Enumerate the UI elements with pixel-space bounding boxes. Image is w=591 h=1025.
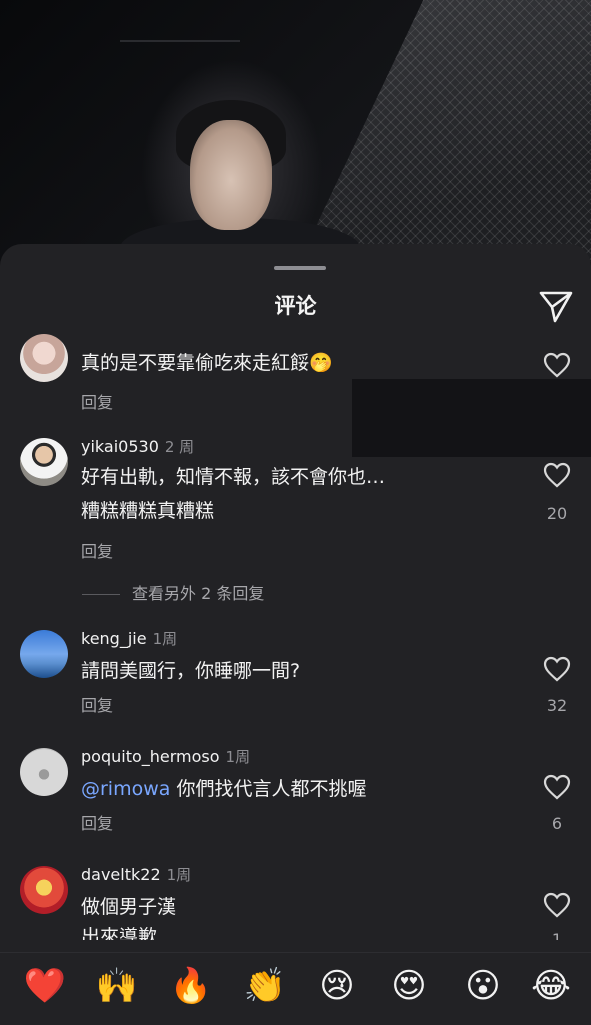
emoji-fire[interactable]: 🔥 [168, 963, 214, 1009]
like-count: 1 [551, 930, 563, 940]
like-count: 6 [551, 814, 563, 833]
emoji-reaction-bar: ❤️ 🙌 🔥 👏 😢 😍 😮 😂 [0, 952, 591, 1025]
comment-age: 2 周 [164, 438, 195, 456]
mention-link[interactable]: @rimowa [81, 778, 170, 800]
heart-icon[interactable] [543, 656, 571, 682]
comment-text: 做個男子漢 [81, 896, 177, 918]
post-photo [0, 0, 591, 262]
comment-age: 1周 [225, 748, 251, 766]
emoji-laughing[interactable]: 😂 [528, 963, 574, 1009]
avatar[interactable] [20, 630, 68, 678]
avatar[interactable] [20, 748, 68, 796]
comment-text: 真的是不要靠偷吃來走紅餒🤭 [81, 352, 333, 374]
paper-plane-icon[interactable] [538, 288, 574, 324]
comment-text: 糟糕糟糕真糟糕 [81, 500, 215, 522]
view-more-replies[interactable]: 查看另外 2 条回复 [82, 580, 264, 604]
reply-button[interactable]: 回复 [81, 810, 113, 834]
avatar[interactable] [20, 438, 68, 486]
heart-icon[interactable] [543, 462, 571, 488]
drag-handle[interactable] [274, 266, 326, 270]
comment-age: 1周 [152, 630, 178, 648]
comment-text: 好有出軌，知情不報，該不會你也… [81, 466, 386, 488]
divider [82, 594, 120, 595]
emoji-raising-hands[interactable]: 🙌 [94, 963, 140, 1009]
reply-button[interactable]: 回复 [81, 389, 113, 413]
redacted-area [352, 379, 591, 457]
comment-username[interactable]: yikai0530 2 周 [81, 436, 194, 457]
heart-icon[interactable] [543, 352, 571, 378]
like-count: 32 [546, 696, 568, 715]
comment-username[interactable]: daveltk22 1周 [81, 864, 191, 885]
heart-icon[interactable] [543, 774, 571, 800]
reply-button[interactable]: 回复 [81, 538, 113, 562]
emoji-surprised[interactable]: 😮 [460, 963, 506, 1009]
comment-text: 出來導歉 [81, 926, 158, 940]
comment-username[interactable]: poquito_hermoso 1周 [81, 746, 250, 767]
emoji-crying[interactable]: 😢 [314, 963, 360, 1009]
comment-age: 1周 [166, 866, 192, 884]
emoji-clapping[interactable]: 👏 [242, 963, 288, 1009]
comments-sheet: 评论 真的是不要靠偷吃來走紅餒🤭 回复 yikai0530 2 周 好有出軌，知情… [0, 244, 591, 1024]
ceiling-beam [120, 40, 240, 62]
comment-text: 請問美國行，你睡哪一間? [81, 660, 301, 682]
sheet-title: 评论 [274, 294, 317, 318]
heart-icon[interactable] [543, 892, 571, 918]
emoji-heart[interactable]: ❤️ [22, 963, 68, 1009]
avatar[interactable] [20, 334, 68, 382]
avatar[interactable] [20, 866, 68, 914]
comment-text: @rimowa 你們找代言人都不挑喔 [81, 778, 367, 800]
mesh-wall [300, 0, 591, 260]
emoji-heart-eyes[interactable]: 😍 [386, 963, 432, 1009]
comment-username[interactable]: keng_jie 1周 [81, 628, 177, 649]
reply-button[interactable]: 回复 [81, 692, 113, 716]
like-count: 20 [546, 504, 568, 523]
person-face [190, 120, 272, 230]
